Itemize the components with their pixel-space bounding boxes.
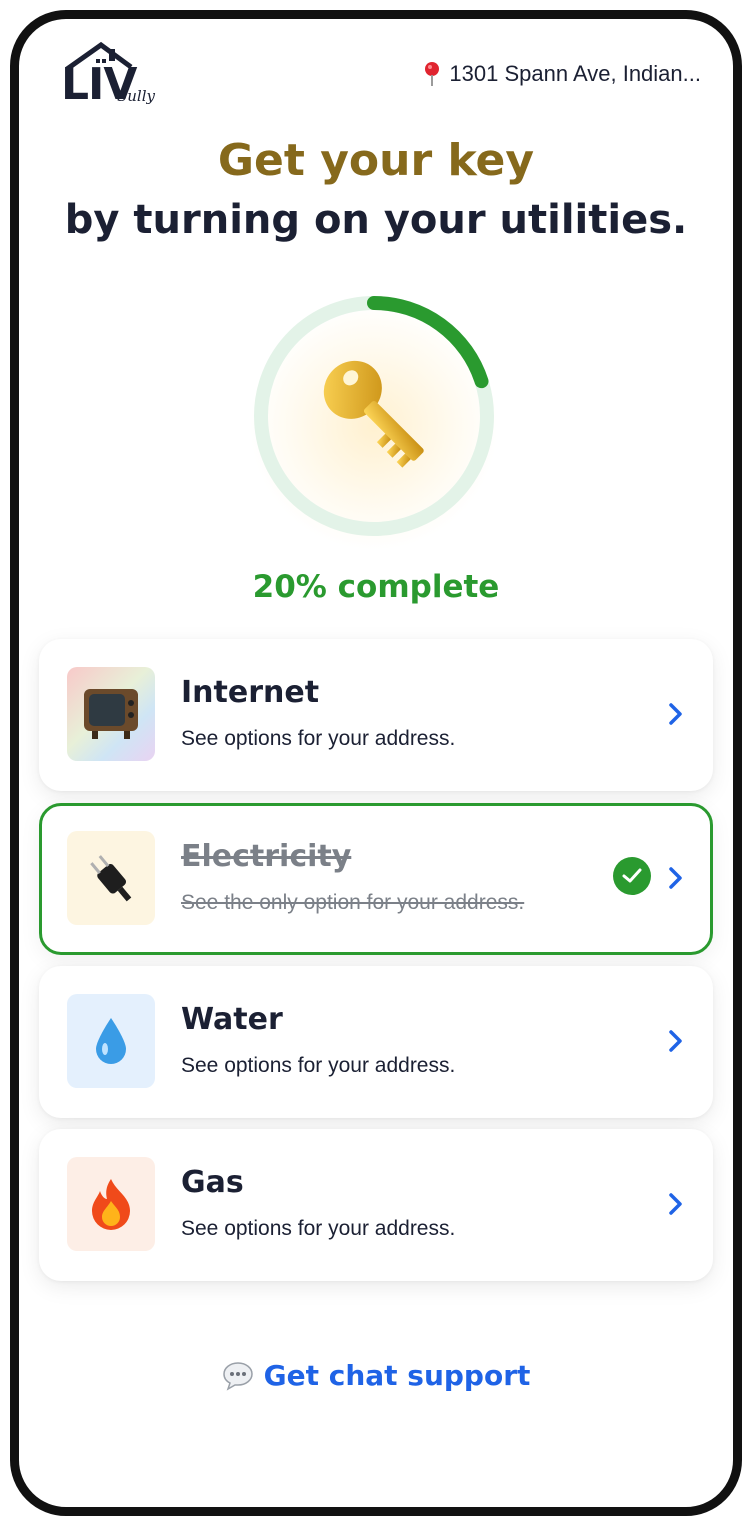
headline-primary: Get your key: [217, 135, 535, 186]
fire-icon: [67, 1157, 155, 1251]
progress-label: 20% complete: [252, 569, 500, 605]
chevron-right-icon: [669, 703, 682, 725]
key-icon: [323, 360, 424, 468]
chevron-right-icon: [669, 867, 682, 889]
address-text: 1301 Spann Ave, Indian...: [449, 61, 701, 86]
water-drop-icon: [67, 994, 155, 1088]
utility-card-internet[interactable]: Internet See options for your address.: [39, 639, 713, 791]
plug-icon: [67, 831, 155, 925]
utility-card-electricity[interactable]: Electricity See the only option for your…: [39, 803, 713, 955]
utility-subtitle: See options for your address.: [181, 1217, 456, 1240]
map-pin-icon: [425, 62, 440, 86]
completed-check-icon: [613, 857, 651, 895]
phone-frame: LIV Sully 1301 Spann Ave, Indian... Get …: [10, 10, 742, 1516]
utility-title: Water: [181, 1002, 283, 1037]
utility-subtitle: See options for your address.: [181, 727, 456, 750]
chat-support-link[interactable]: Get chat support: [19, 1359, 733, 1392]
utility-title: Electricity: [181, 839, 352, 874]
chat-support-label: Get chat support: [263, 1359, 531, 1392]
utility-title: Gas: [181, 1165, 244, 1200]
utility-subtitle: See options for your address.: [181, 1054, 456, 1077]
utility-card-gas[interactable]: Gas See options for your address.: [39, 1129, 713, 1281]
chevron-right-icon: [669, 1193, 682, 1215]
utility-subtitle: See the only option for your address.: [181, 891, 525, 914]
logo-script: Sully: [117, 87, 156, 105]
address-selector[interactable]: 1301 Spann Ave, Indian...: [423, 61, 701, 87]
speech-bubble-icon: [222, 1361, 253, 1391]
chevron-right-icon: [669, 1030, 682, 1052]
utility-card-water[interactable]: Water See options for your address.: [39, 966, 713, 1118]
progress-ring: [239, 281, 509, 551]
headline-secondary: by turning on your utilities.: [64, 197, 688, 243]
tv-icon: [67, 667, 155, 761]
utility-title: Internet: [181, 675, 320, 710]
app-logo[interactable]: LIV Sully: [61, 41, 157, 117]
